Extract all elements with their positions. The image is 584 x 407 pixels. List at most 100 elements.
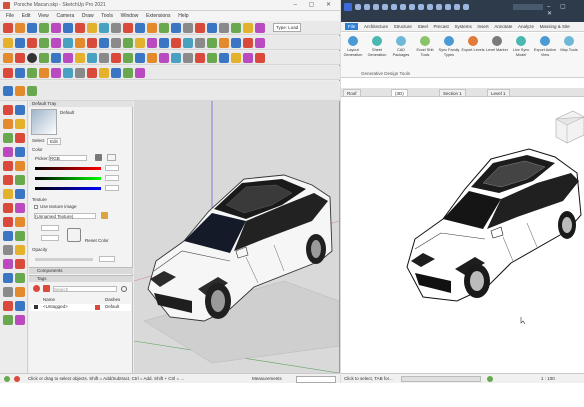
vertex-icon[interactable] [219,37,229,48]
r-value-field[interactable] [105,165,119,171]
bezier-icon[interactable] [183,37,193,48]
walk-icon[interactable] [15,301,25,311]
reset-color-button[interactable]: Reset Color [85,238,109,243]
sheet-generation-button[interactable]: Sheet Generation [365,36,389,57]
tags-search-input[interactable]: Search [53,286,117,292]
tab-steel[interactable]: Steel [418,24,428,29]
export-levels-button[interactable]: Export Levels [461,36,485,53]
extrude-icon[interactable] [195,37,205,48]
sphere-icon[interactable] [27,52,37,63]
components-panel-header[interactable]: Components [29,267,133,274]
protractor-icon[interactable] [3,245,13,255]
live-sync-button[interactable]: Live Sync Model [509,36,533,57]
add-tag-icon[interactable] [33,285,40,292]
axes-icon[interactable] [3,259,13,269]
thicken-icon[interactable] [123,67,133,78]
cad-packages-button[interactable]: CAD Packages [389,36,413,57]
lasso-icon[interactable] [15,105,25,115]
tab-annotate[interactable]: Annotate [494,24,512,29]
visibility-icon[interactable] [34,305,38,309]
tag-color-swatch[interactable] [95,305,100,310]
menu-window[interactable]: Window [121,13,139,19]
push-pull-tool-icon[interactable] [3,189,13,199]
paint-bucket-icon[interactable] [3,52,13,63]
use-texture-checkbox[interactable] [34,205,38,209]
camera-icon[interactable] [243,52,253,63]
surface-icon[interactable] [63,67,73,78]
switch-windows-icon[interactable] [463,4,469,10]
polyline-icon[interactable] [123,52,133,63]
section-plane-icon[interactable] [15,315,25,325]
table-row[interactable]: <Untagged> Default [31,304,131,311]
styles-icon[interactable] [255,22,265,33]
text-icon[interactable] [135,22,145,33]
render-icon[interactable] [243,37,253,48]
cylinder-icon[interactable] [51,52,61,63]
tab-file[interactable]: File [345,23,359,30]
car-model-revit[interactable] [341,97,584,373]
window-controls[interactable]: – ▢ ✕ [547,3,584,17]
make-face-icon[interactable] [3,67,13,78]
soften-icon[interactable] [87,67,97,78]
browse-folder-icon[interactable] [101,212,108,219]
settings-icon[interactable] [255,37,265,48]
view-tab-3d[interactable]: (3D) [391,89,408,97]
menu-camera[interactable]: Camera [56,13,74,19]
loft-icon[interactable] [27,67,37,78]
drape-icon[interactable] [15,85,25,96]
menu-edit[interactable]: Edit [22,13,31,19]
zoom-tool-icon[interactable] [3,287,13,297]
curviloft-icon[interactable] [159,37,169,48]
3d-text-icon[interactable] [15,259,25,269]
tape-icon[interactable] [123,22,133,33]
zoom-window-icon[interactable] [15,287,25,297]
text-tool-icon[interactable] [15,245,25,255]
mirror-icon[interactable] [99,37,109,48]
texture-width-field[interactable] [41,225,59,231]
sun-icon[interactable] [255,52,265,63]
slider-g[interactable] [35,177,101,180]
select-tab[interactable]: Select [32,138,45,143]
sketchup-viewport[interactable] [134,101,339,373]
sandbox-icon[interactable] [51,37,61,48]
follow-me-tool-icon[interactable] [15,189,25,199]
geo-location-icon[interactable] [4,376,10,382]
cut-icon[interactable] [135,67,145,78]
round-corner-icon[interactable] [123,37,133,48]
chamfer-icon[interactable] [159,52,169,63]
stamp-icon[interactable] [3,85,13,96]
section-qat-icon[interactable] [436,4,442,10]
smooth-icon[interactable] [75,67,85,78]
offset-icon[interactable] [111,22,121,33]
type-dropdown[interactable]: Type: Load [273,23,302,32]
export-active-view-button[interactable]: Export Active View [533,36,557,57]
menu-view[interactable]: View [38,13,49,19]
component-icon[interactable] [219,52,229,63]
revit-app-icon[interactable] [344,3,352,11]
tab-insert[interactable]: Insert [477,24,488,29]
tags-panel-header[interactable]: Tags [29,275,133,282]
pan-tool-icon[interactable] [15,273,25,283]
line-tool-icon[interactable] [3,133,13,143]
extension-icon[interactable] [243,22,253,33]
cloud-icon[interactable] [231,37,241,48]
tab-precast[interactable]: Precast [434,24,449,29]
move-tool-icon[interactable] [3,203,13,213]
orbit-tool-icon[interactable] [3,273,13,283]
tab-systems[interactable]: Systems [454,24,471,29]
credits-icon[interactable] [14,376,20,382]
solid-trim-icon[interactable] [39,37,49,48]
shell-icon[interactable] [111,67,121,78]
fredo-scale-icon[interactable] [147,37,157,48]
joint-push-pull-icon[interactable] [171,37,181,48]
pan-icon[interactable] [171,22,181,33]
pyramid-icon[interactable] [75,52,85,63]
map-tools-button[interactable]: Map Tools [557,36,581,53]
pie-icon[interactable] [15,175,25,185]
intersect-icon[interactable] [75,37,85,48]
cone-icon[interactable] [39,52,49,63]
view-tab-roof[interactable]: Roof [343,89,361,97]
3d-view-icon[interactable] [427,4,433,10]
select-icon[interactable] [3,22,13,33]
flip-icon[interactable] [87,37,97,48]
